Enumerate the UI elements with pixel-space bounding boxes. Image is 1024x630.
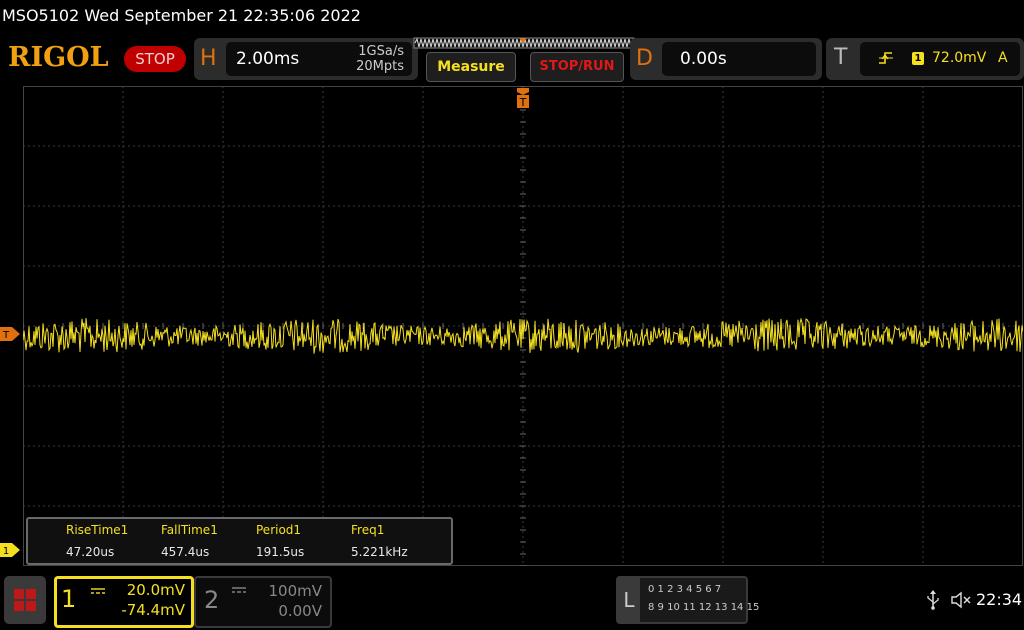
measurement-value: 5.221kHz <box>351 545 408 559</box>
measurement-label: RiseTime1 <box>66 523 129 537</box>
ch1-settings[interactable]: 1 20.0mV -74.4mV <box>54 576 194 628</box>
dc-coupling-icon <box>91 588 105 594</box>
measurement-results-panel[interactable]: RiseTime1 47.20us FallTime1 457.4us Peri… <box>26 517 453 565</box>
ch1-scale: 20.0mV <box>126 581 185 599</box>
trigger-panel[interactable]: T 1 72.0mV A <box>826 38 1024 80</box>
trigger-level-marker[interactable]: T <box>0 326 22 342</box>
trigger-box[interactable]: 1 72.0mV A <box>860 42 1020 76</box>
delay-letter: D <box>636 46 653 71</box>
sample-rate: 1GSa/s <box>358 44 404 59</box>
measurement-value: 457.4us <box>161 545 210 559</box>
measurement-label: FallTime1 <box>161 523 218 537</box>
delay-box[interactable]: 0.00s <box>662 42 816 76</box>
system-clock: 22:34 <box>976 590 1023 609</box>
menu-grid-icon <box>14 589 36 611</box>
ch2-scale: 100mV <box>268 582 322 600</box>
digital-channels-row2: 8 9 10 11 12 13 14 15 <box>648 602 760 613</box>
horizontal-values[interactable]: 2.00ms 1GSa/s 20Mpts <box>226 42 412 76</box>
title-bar: MSO5102 Wed September 21 22:35:06 2022 <box>0 0 1024 34</box>
ch2-settings[interactable]: 2 100mV 0.00V <box>194 576 332 628</box>
ch1-ground-label: 1 <box>3 546 9 557</box>
trigger-source-badge: 1 <box>912 52 924 65</box>
trigger-level: 72.0mV <box>932 50 987 66</box>
rigol-logo: RIGOL <box>8 42 109 73</box>
trigger-level-label: T <box>2 330 10 341</box>
delay-panel[interactable]: D 0.00s <box>630 38 822 80</box>
dc-coupling-icon <box>232 587 246 593</box>
digital-channels-row1: 0 1 2 3 4 5 6 7 <box>648 584 722 595</box>
delay-value: 0.00s <box>680 49 727 69</box>
logic-analyzer-letter: L <box>618 578 640 622</box>
ch2-number: 2 <box>204 586 220 614</box>
stop-run-button[interactable]: STOP/RUN <box>530 52 624 82</box>
logic-analyzer-settings[interactable]: L 0 1 2 3 4 5 6 7 8 9 10 11 12 13 14 15 <box>616 576 759 624</box>
horizontal-panel[interactable]: H 2.00ms 1GSa/s 20Mpts <box>194 38 418 80</box>
main-menu-button[interactable] <box>4 576 46 624</box>
ch1-ground-marker[interactable]: 1 <box>0 542 22 558</box>
measurement-value: 47.20us <box>66 545 115 559</box>
run-status-badge[interactable]: STOP <box>124 46 186 72</box>
trigger-mode: A <box>998 50 1008 66</box>
speaker-muted-icon[interactable] <box>950 590 972 610</box>
trigger-position-label: T <box>519 96 527 109</box>
waveform-display[interactable] <box>23 86 1023 566</box>
memory-position-bar <box>413 37 635 49</box>
measurement-label: Period1 <box>256 523 302 537</box>
measurement-value: 191.5us <box>256 545 305 559</box>
usb-icon <box>927 590 939 610</box>
ch1-number: 1 <box>61 585 77 613</box>
trigger-position-marker[interactable]: T <box>516 86 530 110</box>
device-title: MSO5102 Wed September 21 22:35:06 2022 <box>2 6 361 25</box>
measurement-label: Freq1 <box>351 523 385 537</box>
memory-depth: 20Mpts <box>356 59 404 74</box>
trigger-letter: T <box>834 45 848 70</box>
horizontal-letter: H <box>200 46 217 71</box>
ch2-offset: 0.00V <box>278 602 322 620</box>
sample-rate-info: 1GSa/s 20Mpts <box>356 44 404 74</box>
rising-edge-icon <box>879 52 893 64</box>
measure-button[interactable]: Measure <box>426 52 516 82</box>
timebase-value: 2.00ms <box>236 49 300 69</box>
ch1-offset: -74.4mV <box>121 601 185 619</box>
